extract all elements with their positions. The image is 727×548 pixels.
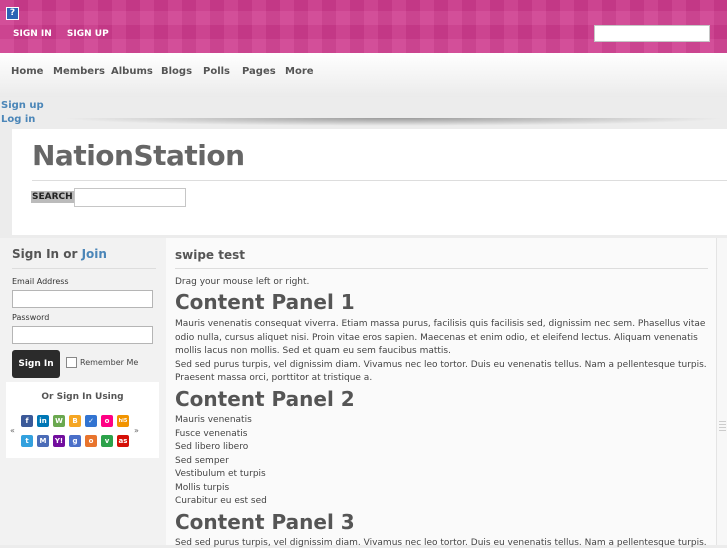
top-sign-in-link[interactable]: SIGN IN — [13, 29, 52, 39]
panel-2-line: Sed libero libero — [175, 442, 249, 452]
search-input[interactable] — [74, 188, 186, 207]
panel-1-heading: Content Panel 1 — [175, 290, 355, 314]
nav-albums[interactable]: Albums — [111, 66, 153, 77]
password-field[interactable] — [12, 326, 153, 344]
divider-shadow — [60, 118, 727, 126]
top-links: SIGN IN SIGN UP — [13, 29, 121, 39]
site-header: NationStation SEARCH — [12, 129, 727, 235]
site-title[interactable]: NationStation — [32, 139, 245, 172]
scroll-right-icon[interactable]: » — [134, 426, 139, 435]
panel-2-line: Mollis turpis — [175, 482, 230, 493]
lastfm-icon[interactable]: as — [117, 435, 129, 447]
main-content: swipe test Drag your mouse left or right… — [166, 238, 716, 548]
nav-blogs[interactable]: Blogs — [161, 66, 192, 77]
panel-2-line: Vestibulum et turpis — [175, 469, 266, 479]
orkut-icon[interactable]: o — [85, 435, 97, 447]
panel-1-line: mollis lacus non mollis. Sed et quam eu … — [175, 346, 451, 356]
google-icon[interactable]: g — [69, 435, 81, 447]
scrollbar-grip[interactable] — [719, 419, 726, 431]
scrollbar[interactable] — [716, 238, 727, 545]
social-signin-title: Or Sign In Using — [41, 392, 124, 402]
facebook-icon[interactable]: f — [21, 415, 33, 427]
page-title: swipe test — [175, 248, 246, 262]
panel-3-heading: Content Panel 3 — [175, 510, 355, 534]
delicious-icon[interactable]: ✓ — [85, 415, 97, 427]
help-icon[interactable]: ? — [6, 7, 19, 20]
sign-in-button[interactable]: Sign In — [12, 350, 60, 378]
sidebar-divider — [12, 268, 156, 269]
scroll-left-icon[interactable]: « — [10, 426, 15, 435]
panel-1-line: Sed sed purus turpis, vel dignissim diam… — [175, 359, 707, 370]
flickr-icon[interactable]: o — [101, 415, 113, 427]
intro-text: Drag your mouse left or right. — [175, 277, 310, 287]
nav-members[interactable]: Members — [53, 66, 105, 77]
linkedin-icon[interactable]: in — [37, 415, 49, 427]
join-link[interactable]: Join — [82, 247, 107, 261]
log-in-link[interactable]: Log in — [1, 114, 35, 125]
sign-up-link[interactable]: Sign up — [1, 100, 44, 111]
twitter-icon[interactable]: t — [21, 435, 33, 447]
nav-home[interactable]: Home — [11, 66, 43, 77]
sidebar: Sign In or Join Email Address Password S… — [0, 238, 166, 545]
search-label: SEARCH — [31, 191, 74, 203]
panel-1-line: Praesent massa orci, porttitor at tristi… — [175, 373, 373, 383]
signin-title: Sign In or Join — [12, 247, 107, 261]
panel-3-line: Sed sed purus turpis, vel dignissim diam… — [175, 538, 707, 548]
panel-2-heading: Content Panel 2 — [175, 387, 355, 411]
content-divider — [175, 268, 708, 269]
email-label: Email Address — [12, 277, 69, 286]
signin-title-prefix: Sign In or — [12, 247, 82, 261]
header-divider — [32, 180, 727, 181]
remember-me-checkbox[interactable] — [66, 357, 77, 368]
panel-1-line: odio nulla, cursus aliquet nisi. Proin v… — [175, 332, 698, 343]
panel-2-line: Curabitur eu est sed — [175, 496, 267, 506]
email-field[interactable] — [12, 290, 153, 308]
nav-polls[interactable]: Polls — [203, 66, 230, 77]
hi5-icon[interactable]: hi5 — [117, 415, 129, 427]
panel-1-line: Mauris venenatis consequat viverra. Etia… — [175, 319, 706, 329]
top-sign-up-link[interactable]: SIGN UP — [67, 29, 109, 39]
blogger-icon[interactable]: B — [69, 415, 81, 427]
main-nav: Home Members Albums Blogs Polls Pages Mo… — [0, 53, 727, 97]
windows-live-icon[interactable]: W — [53, 415, 65, 427]
panel-2-line: Fusce venenatis — [175, 428, 248, 439]
vimeo-icon[interactable]: v — [101, 435, 113, 447]
nav-pages[interactable]: Pages — [242, 66, 276, 77]
top-search-input[interactable] — [594, 25, 710, 42]
myspace-icon[interactable]: M — [37, 435, 49, 447]
password-label: Password — [12, 313, 50, 322]
top-bar: ? SIGN IN SIGN UP — [0, 0, 727, 53]
remember-me-label: Remember Me — [80, 358, 139, 367]
panel-2-line: Mauris venenatis — [175, 415, 252, 425]
nav-more[interactable]: More — [285, 66, 314, 77]
social-signin-box: Or Sign In Using « » f in W B ✓ o hi5 t M Y! g o v as — [6, 382, 159, 458]
yahoo-icon[interactable]: Y! — [53, 435, 65, 447]
panel-2-line: Sed semper — [175, 455, 229, 466]
